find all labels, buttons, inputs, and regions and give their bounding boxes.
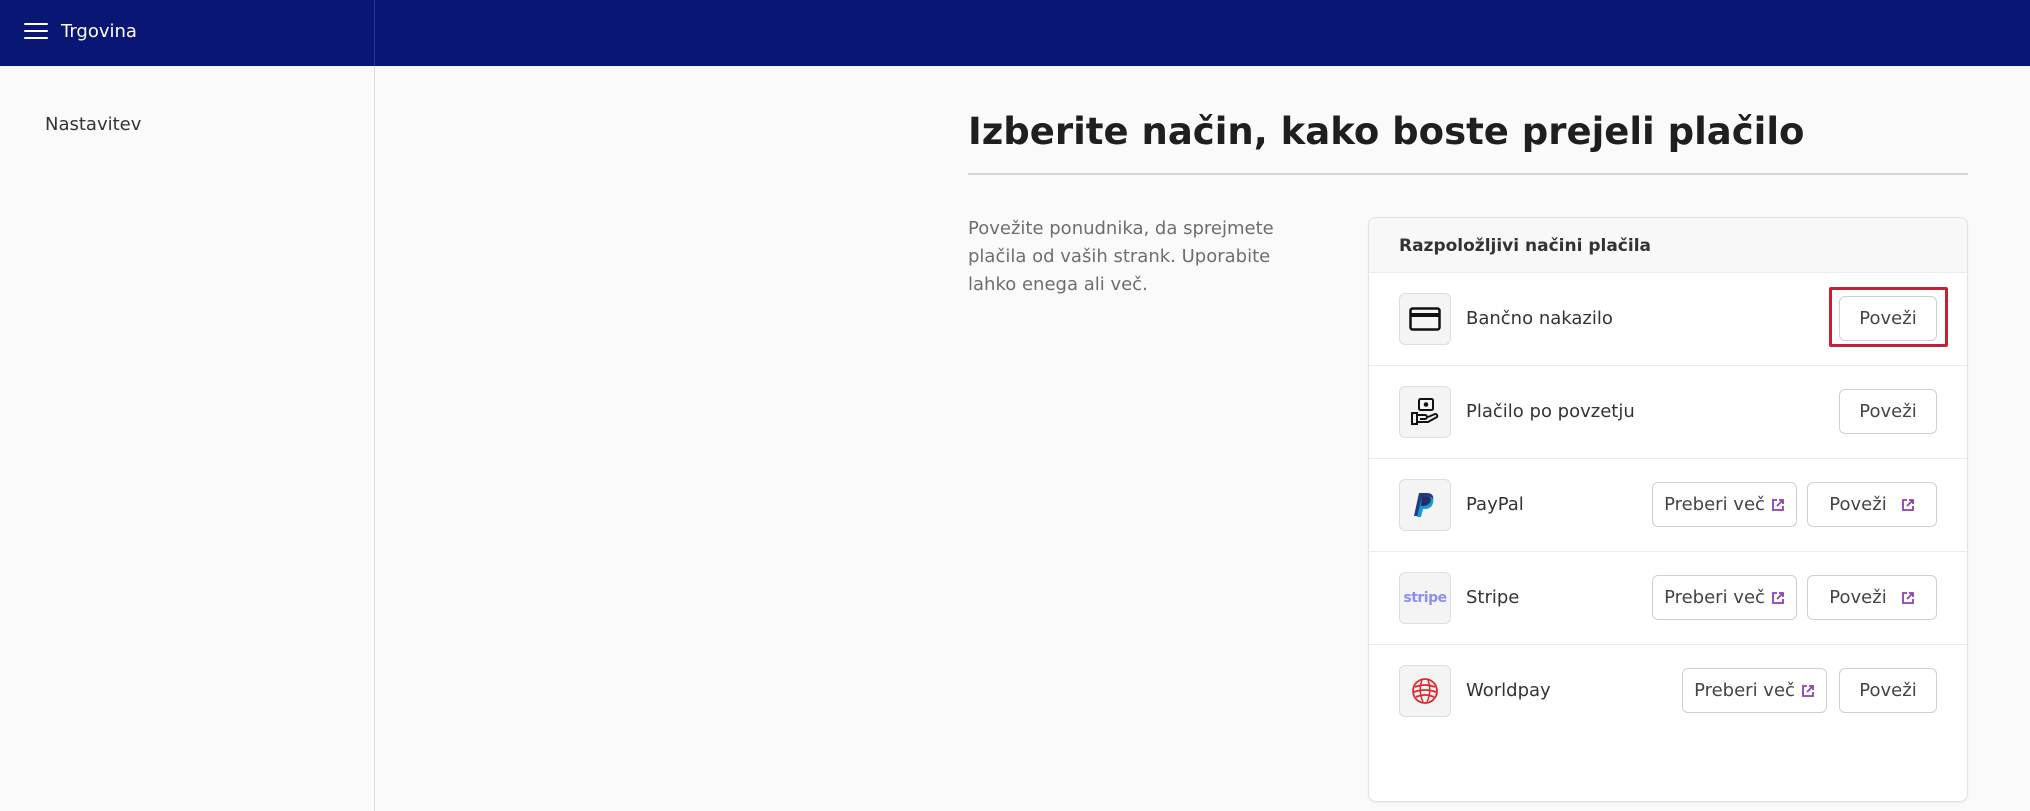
provider-row-worldpay: Worldpay Preberi več Poveži <box>1369 645 1967 738</box>
connect-button[interactable]: Poveži <box>1839 668 1937 713</box>
credit-card-icon <box>1399 293 1451 345</box>
page-title: Izberite način, kako boste prejeli plači… <box>968 110 1805 153</box>
app-title: Trgovina <box>61 21 137 42</box>
stripe-logo-text: stripe <box>1403 590 1447 606</box>
paypal-logo-icon <box>1399 479 1451 531</box>
external-link-icon <box>1901 498 1914 511</box>
external-link-icon <box>1772 498 1784 511</box>
provider-name: Plačilo po povzetju <box>1466 401 1635 422</box>
external-link-icon <box>1772 591 1784 604</box>
provider-row-paypal: PayPal Preberi več Poveži <box>1369 459 1967 552</box>
connect-button[interactable]: Poveži <box>1839 296 1937 341</box>
learn-more-label: Preberi več <box>1694 680 1795 701</box>
provider-name: Stripe <box>1466 587 1520 608</box>
external-link-icon <box>1901 591 1914 604</box>
cash-on-delivery-icon <box>1399 386 1451 438</box>
learn-more-button[interactable]: Preberi več <box>1682 668 1827 713</box>
connect-button-label: Poveži <box>1859 680 1917 701</box>
sidebar-item-settings[interactable]: Nastavitev <box>45 113 141 137</box>
sidebar: Nastavitev <box>0 66 375 811</box>
learn-more-label: Preberi več <box>1664 587 1765 608</box>
provider-row-cash-on-delivery: Plačilo po povzetju Poveži <box>1369 366 1967 459</box>
connect-button-label: Poveži <box>1829 587 1887 608</box>
learn-more-button[interactable]: Preberi več <box>1652 575 1797 620</box>
main-content: Izberite način, kako boste prejeli plači… <box>376 66 2030 811</box>
provider-name: Worldpay <box>1466 680 1551 701</box>
connect-button[interactable]: Poveži <box>1807 482 1937 527</box>
card-header: Razpoložljivi načini plačila <box>1369 218 1967 273</box>
provider-name: PayPal <box>1466 494 1524 515</box>
learn-more-label: Preberi več <box>1664 494 1765 515</box>
stripe-logo-icon: stripe <box>1399 572 1451 624</box>
top-bar-brand-area: Trgovina <box>0 0 375 66</box>
connect-button[interactable]: Poveži <box>1807 575 1937 620</box>
connect-button[interactable]: Poveži <box>1839 389 1937 434</box>
connect-button-label: Poveži <box>1859 308 1917 329</box>
page-description: Povežite ponudnika, da sprejmete plačila… <box>968 218 1274 295</box>
connect-button-label: Poveži <box>1859 401 1917 422</box>
top-app-bar: Trgovina <box>0 0 2030 66</box>
payment-methods-card: Razpoložljivi načini plačila Bančno naka… <box>1368 217 1968 802</box>
learn-more-button[interactable]: Preberi več <box>1652 482 1797 527</box>
connect-button-label: Poveži <box>1829 494 1887 515</box>
provider-name: Bančno nakazilo <box>1466 308 1613 329</box>
external-link-icon <box>1802 684 1814 697</box>
title-divider <box>968 173 1968 175</box>
hamburger-menu-icon[interactable] <box>24 20 48 44</box>
provider-row-stripe: stripe Stripe Preberi več Poveži <box>1369 552 1967 645</box>
worldpay-logo-icon <box>1399 665 1451 717</box>
provider-row-bank-transfer: Bančno nakazilo Poveži <box>1369 273 1967 366</box>
